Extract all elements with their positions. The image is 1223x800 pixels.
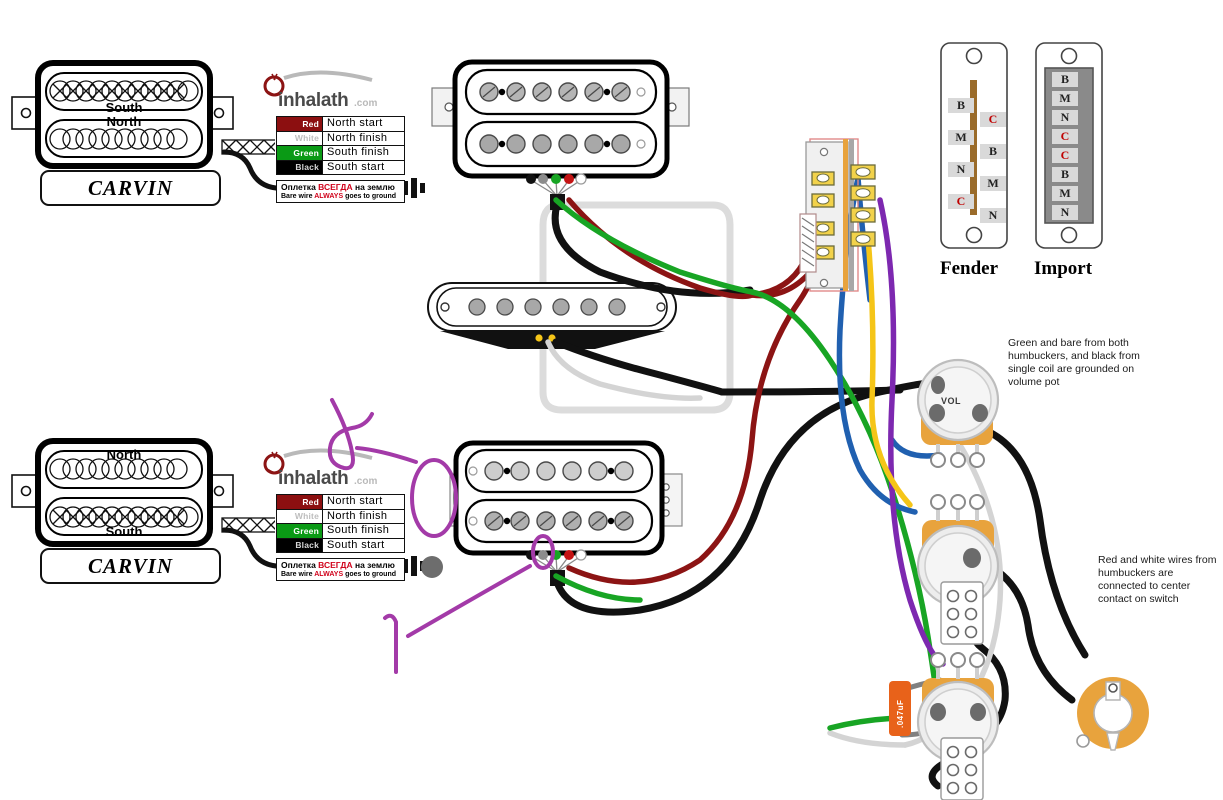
single-coil-graphic [427,282,677,349]
pickup-top-coil-upper-label: South [105,100,143,115]
fender-switch-caption: Fender [940,258,999,279]
ground-wiring-note: Green and bare from both humbuckers, and… [1008,337,1140,388]
output-jack-graphic [1076,677,1149,751]
wiring-diagram-canvas: South North CARVIN inhalath .com Red Nor… [0,0,1223,800]
import-lug-1: M [1052,91,1078,106]
volume-pot-label: VOL [941,396,962,406]
legend-swatch-red: Red [277,495,322,509]
import-lug-3: C [1052,129,1078,144]
ground-note-ru: Оплетка ВСЕГДА на землю [281,560,395,570]
legend-desc: North finish [322,131,404,145]
import-lug-6: M [1052,186,1078,201]
capacitor-label: .047uF [896,699,905,728]
import-lug-2: N [1052,110,1078,125]
legend-row: Red North start [277,117,404,132]
pickup-bottom-brand-label: CARVIN [88,553,173,578]
fender-lug-left-1: M [948,130,974,145]
ground-note-en: Bare wire ALWAYS goes to ground [281,571,397,578]
tone-pot-middle-graphic [916,494,1000,645]
pickup-top-brand-label: CARVIN [88,175,173,200]
wire-legend-top: Red North start White North finish Green… [276,116,405,175]
fender-lug-right-1: B [980,144,1006,159]
pickup-bottom-coil-lower-label: South [105,524,143,539]
legend-swatch-red: Red [277,117,322,131]
legend-desc: North start [322,117,404,131]
legend-row: Black South start [277,160,404,174]
legend-row: Black South start [277,538,404,552]
legend-swatch-black: Black [277,538,322,552]
legend-desc: South finish [322,524,404,538]
humbucker-bridge-graphic [431,59,690,210]
pickup-top-brand-plate: CARVIN [40,170,221,206]
volume-pot-graphic [916,358,1000,468]
ground-note-top: Оплетка ВСЕГДА на землю Bare wire ALWAYS… [276,180,405,203]
legend-desc: South finish [322,146,404,160]
import-lug-4: C [1052,148,1078,163]
wire-layer [11,42,1149,800]
ground-note-ru: Оплетка ВСЕГДА на землю [281,182,395,192]
import-lug-5: B [1052,167,1078,182]
wire-legend-bottom: Red North start White North finish Green… [276,494,405,553]
logo-top-tld: .com [354,98,378,109]
fender-lug-left-2: N [948,162,974,177]
logo-top-wordmark: inhalath [278,90,349,111]
ground-note-bottom: Оплетка ВСЕГДА на землю Bare wire ALWAYS… [276,558,405,581]
legend-row: Green South finish [277,146,404,161]
legend-desc: North start [322,495,404,509]
pickup-bottom-coil-upper-label: North [106,447,142,462]
legend-row: Red North start [277,495,404,510]
ground-note-en: Bare wire ALWAYS goes to ground [281,193,397,200]
legend-swatch-green: Green [277,524,322,538]
legend-desc: North finish [322,509,404,523]
logo-bottom-tld: .com [354,476,378,487]
pickup-bottom-brand-plate: CARVIN [40,548,221,584]
legend-swatch-white: White [277,509,322,523]
logo-top: inhalath .com [262,70,378,114]
import-switch-caption: Import [1034,258,1093,279]
legend-row: White North finish [277,509,404,524]
fender-lug-right-2: M [980,176,1006,191]
logo-bottom: inhalath .com [262,448,378,492]
legend-swatch-black: Black [277,160,322,174]
fender-lug-left-0: B [948,98,974,113]
humbucker-neck-graphic [449,440,683,586]
logo-bottom-wordmark: inhalath [278,468,349,489]
pickup-top-coil-lower-label: North [106,114,142,129]
fender-lug-right-0: C [980,112,1006,127]
fender-lug-left-3: C [948,194,974,209]
center-contact-note: Red and white wires from humbuckers are … [1098,554,1217,605]
legend-row: Green South finish [277,524,404,539]
fender-lug-right-3: N [980,208,1006,223]
import-lug-7: N [1052,205,1078,220]
legend-swatch-white: White [277,131,322,145]
legend-swatch-green: Green [277,146,322,160]
legend-desc: South start [322,160,404,174]
legend-row: White North finish [277,131,404,146]
legend-desc: South start [322,538,404,552]
import-lug-0: B [1052,72,1078,87]
